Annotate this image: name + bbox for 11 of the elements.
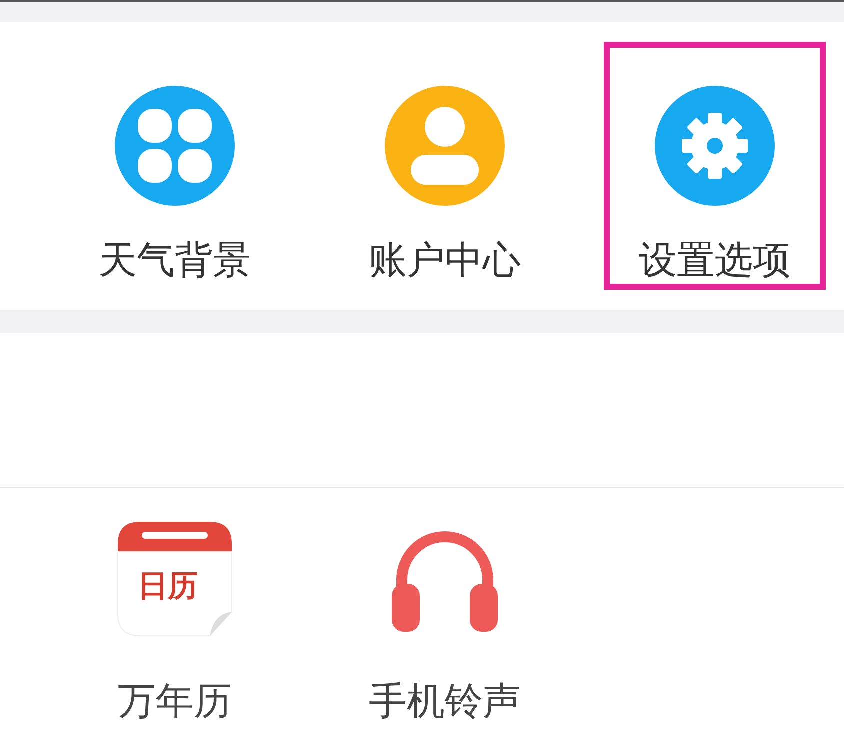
tool-label[interactable]: 万年历 [118,676,232,727]
menu-item[interactable]: 天气背景 [67,45,283,287]
settings-icon [654,85,776,207]
menu-label: 设置选项 [639,237,791,284]
menu-label: 天气背景 [99,237,251,284]
clover-icon [114,85,236,207]
user-icon [384,85,506,207]
menu-item[interactable]: 账户中心 [337,45,553,287]
highlight-frame[interactable]: 设置选项 [607,45,823,287]
menu-label: 账户中心 [369,237,521,284]
tool-label[interactable]: 手机铃声 [369,676,521,727]
